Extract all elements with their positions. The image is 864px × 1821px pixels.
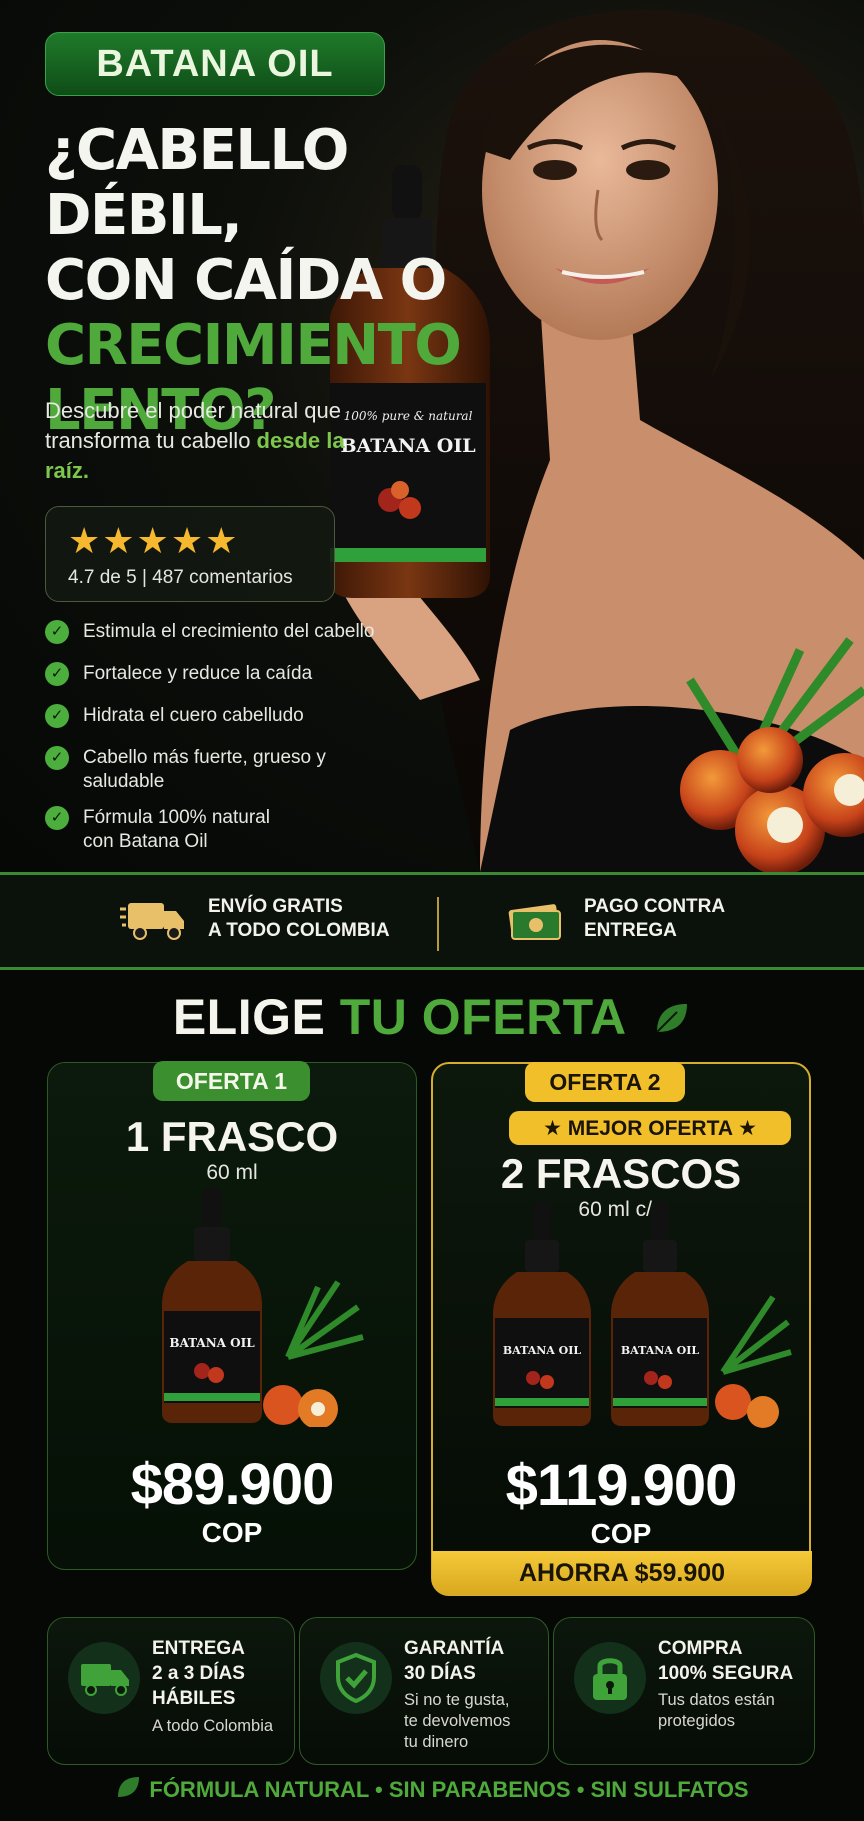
delivery-title-line: ENTREGA [152, 1638, 245, 1659]
bottle-label-name: BATANA OIL [503, 1344, 581, 1357]
benefit-text: Fortalece y reduce la caída [83, 663, 313, 684]
offer-card-2[interactable]: OFERTA 2 ★ MEJOR OFERTA ★ 2 FRASCOS 60 m… [431, 1062, 812, 1596]
benefit-text: Cabello más fuerte, grueso y saludable [83, 747, 326, 792]
lock-icon-wrap [574, 1642, 646, 1714]
offer-2-quantity: 2 FRASCOS [500, 1150, 742, 1197]
offers-title-white: ELIGE [172, 989, 326, 1045]
guarantee-title: GARANTÍA 30 DÍAS [404, 1636, 504, 1686]
shield-check-icon [336, 1653, 376, 1703]
headline-line-2: CON CAÍDA O [45, 248, 447, 313]
benefit-item: ✓ Fórmula 100% natural con Batana Oil [45, 806, 405, 854]
cash-on-delivery-line1: PAGO CONTRA [584, 896, 726, 917]
guarantee-desc-line: Si no te gusta, [404, 1691, 510, 1709]
free-shipping-label: ENVÍO GRATIS A TODO COLOMBIA [208, 895, 390, 943]
offer-1-volume: 60 ml [206, 1161, 258, 1184]
delivery-time-desc: A todo Colombia [152, 1717, 274, 1735]
offer-1-tag: OFERTA 1 [153, 1061, 310, 1101]
benefit-text: Hidrata el cuero cabelludo [83, 705, 304, 726]
hero-section: 100% pure & natural BATANA OIL BATANA OI… [0, 0, 864, 872]
bottle-label-name: BATANA OIL [169, 1336, 255, 1350]
offer-card-1[interactable]: OFERTA 1 1 FRASCO 60 ml BATANA OIL $89.9… [47, 1061, 417, 1570]
secure-purchase-desc: Tus datos están protegidos [658, 1690, 775, 1732]
guarantee-desc-line: te devolvemos [404, 1712, 511, 1730]
product-bottles-image: BATANA OIL BATANA OIL [493, 1202, 792, 1428]
headline-line-1: ¿CABELLO DÉBIL, [45, 118, 349, 248]
guarantee-title-line: 30 DÍAS [404, 1663, 476, 1684]
check-icon: ✓ [45, 704, 69, 728]
shipping-payment-strip: ENVÍO GRATIS A TODO COLOMBIA PAGO CONTRA… [0, 872, 864, 970]
guarantee-desc: Si no te gusta, te devolvemos tu dinero [404, 1690, 510, 1753]
offer-2-tag: OFERTA 2 [525, 1062, 685, 1102]
benefit-item: ✓ Fortalece y reduce la caída [45, 662, 405, 686]
offer-2-currency: COP [590, 1518, 652, 1549]
offers-title-green: TU OFERTA [339, 989, 625, 1045]
secure-title-line: 100% SEGURA [658, 1663, 794, 1684]
delivery-title-line: HÁBILES [152, 1688, 236, 1709]
truck-icon [120, 903, 184, 940]
benefits-list: ✓ Estimula el crecimiento del cabello ✓ Fo… [45, 620, 405, 872]
strip-divider [437, 897, 439, 951]
guarantee-desc-line: tu dinero [404, 1733, 469, 1751]
check-icon: ✓ [45, 746, 69, 770]
guarantee-title-line: GARANTÍA [404, 1638, 505, 1659]
shield-icon-wrap [320, 1642, 392, 1714]
secure-desc-line: protegidos [658, 1712, 736, 1730]
offer-1-quantity: 1 FRASCO [125, 1113, 339, 1160]
offer-2-price: $119.900 [505, 1453, 738, 1518]
check-icon: ✓ [45, 662, 69, 686]
footer-claims: FÓRMULA NATURAL • SIN PARABENOS • SIN SU… [0, 1774, 864, 1803]
check-icon: ✓ [45, 806, 69, 830]
offers-title: ELIGE TU OFERTA [0, 988, 864, 1046]
cash-on-delivery-label: PAGO CONTRA ENTREGA [584, 895, 725, 943]
lock-icon [593, 1658, 627, 1700]
secure-purchase-card: COMPRA 100% SEGURA Tus datos están prote… [553, 1617, 815, 1765]
headline-line-3: CRECIMIENTO [45, 313, 462, 378]
delivery-time-title: ENTREGA 2 a 3 DÍAS HÁBILES [152, 1636, 245, 1711]
free-shipping-line2: A TODO COLOMBIA [208, 920, 390, 941]
offer-1-currency: COP [201, 1517, 263, 1548]
cash-icon [508, 904, 561, 940]
best-offer-badge: ★ MEJOR OFERTA ★ [509, 1111, 791, 1145]
free-shipping-line1: ENVÍO GRATIS [208, 896, 343, 917]
bottle-label-name: BATANA OIL [621, 1344, 699, 1357]
cash-on-delivery-item: PAGO CONTRA ENTREGA [508, 895, 725, 943]
secure-purchase-title: COMPRA 100% SEGURA [658, 1636, 793, 1686]
guarantee-card: GARANTÍA 30 DÍAS Si no te gusta, te devo… [299, 1617, 549, 1765]
benefit-item: ✓ Cabello más fuerte, grueso y saludable [45, 746, 405, 794]
benefit-text: Fórmula 100% natural con Batana Oil [83, 807, 270, 852]
offer-1-price: $89.900 [130, 1452, 335, 1517]
truck-icon-wrap [68, 1642, 140, 1714]
benefit-item: ✓ Hidrata el cuero cabelludo [45, 704, 405, 728]
brand-badge: BATANA OIL [45, 32, 385, 96]
subheadline: Descubre el poder natural que transforma… [45, 396, 375, 486]
delivery-title-line: 2 a 3 DÍAS [152, 1663, 245, 1684]
benefit-text: Estimula el crecimiento del cabello [83, 621, 375, 642]
rating-text: 4.7 de 5 | 487 comentarios [68, 567, 293, 588]
leaf-icon [656, 1004, 688, 1033]
benefit-item: ✓ Estimula el crecimiento del cabello [45, 620, 405, 644]
product-bottle-image: BATANA OIL [162, 1187, 364, 1427]
check-icon: ✓ [45, 620, 69, 644]
rating-box: ★★★★★ 4.7 de 5 | 487 comentarios [45, 506, 335, 602]
savings-banner: AHORRA $59.900 [432, 1551, 812, 1595]
truck-icon [81, 1664, 129, 1696]
delivery-time-card: ENTREGA 2 a 3 DÍAS HÁBILES A todo Colomb… [47, 1617, 295, 1765]
rating-stars: ★★★★★ [68, 520, 240, 561]
footer-claims-text: FÓRMULA NATURAL • SIN PARABENOS • SIN SU… [149, 1777, 749, 1802]
secure-title-line: COMPRA [658, 1638, 743, 1659]
headline: ¿CABELLO DÉBIL, CON CAÍDA O CRECIMIENTO … [45, 118, 465, 443]
free-shipping-item: ENVÍO GRATIS A TODO COLOMBIA [120, 895, 390, 943]
cash-on-delivery-line2: ENTREGA [584, 920, 677, 941]
leaf-icon [118, 1777, 140, 1797]
secure-desc-line: Tus datos están [658, 1691, 775, 1709]
